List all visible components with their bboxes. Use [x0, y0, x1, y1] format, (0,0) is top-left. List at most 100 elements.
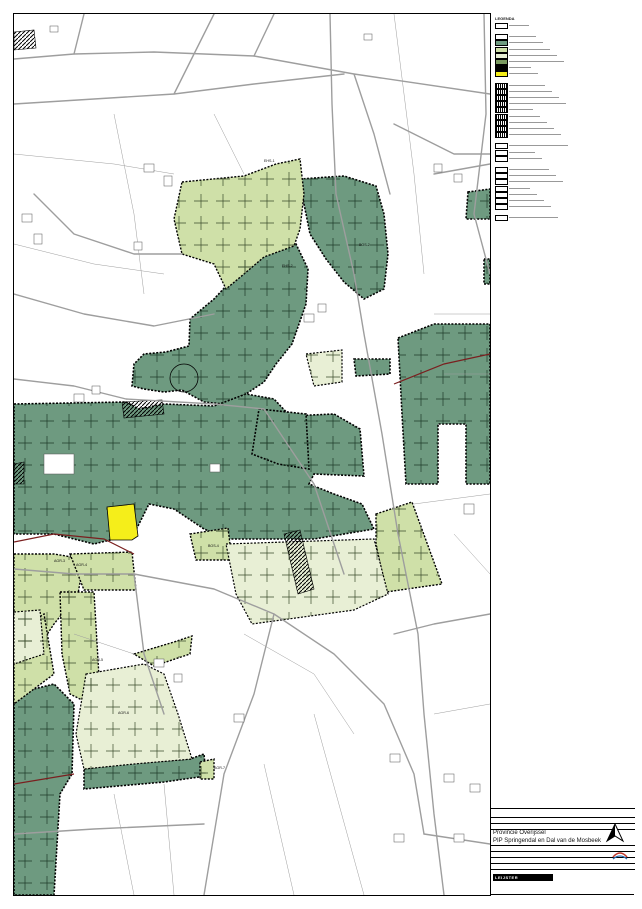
legend-label-line [509, 61, 564, 62]
legend-row [495, 88, 615, 95]
legend-swatch [495, 126, 508, 132]
legend-swatch [495, 179, 508, 186]
legend-panel: LEGENDA [490, 13, 634, 819]
legend-swatch [495, 65, 508, 72]
legend-row [495, 113, 615, 120]
legend-label-line [509, 90, 552, 92]
legend-row [495, 198, 615, 204]
legend-label-line [509, 151, 535, 153]
legend-label-line [509, 145, 568, 147]
legend-row [495, 191, 615, 198]
legend-swatch [495, 52, 508, 59]
map-svg: EHS-1 BOS-2 EHS-2 AGR-3 AGR-4 AGR-5 AGR-6 BOS-4… [14, 14, 490, 895]
legend-swatch [495, 113, 508, 120]
legend-label-line [509, 157, 542, 159]
legend-row [495, 65, 615, 72]
legend-swatch [495, 95, 508, 101]
legend-swatch [495, 191, 508, 198]
yellow-plot[interactable] [106, 503, 139, 541]
legend-swatch [495, 132, 508, 139]
zone-label: AGR-4 [76, 563, 87, 567]
zone-label: AGR-7 [214, 766, 225, 770]
legend-swatch [495, 34, 508, 41]
cross-symbols [14, 159, 490, 895]
legend-row [495, 34, 615, 41]
legend-swatch [495, 82, 508, 89]
legend-label-line [509, 84, 545, 86]
legend-row [495, 149, 615, 156]
legend-label-line [509, 97, 559, 98]
legend-row [495, 82, 615, 89]
zone-label: AGR-3 [54, 559, 65, 563]
legend-row [495, 126, 615, 132]
legend-swatch [495, 119, 508, 126]
zone-label: EHS-2 [282, 264, 293, 268]
legend-swatch [495, 198, 508, 204]
legend-row [495, 119, 615, 126]
zone-label: EHS-1 [264, 159, 275, 163]
legend-swatch [495, 46, 508, 53]
legend-row [495, 23, 615, 29]
legend-label-line [509, 134, 561, 136]
legend-row [495, 185, 615, 192]
legend-row [495, 132, 615, 139]
legend-label-line [509, 48, 550, 50]
legend-row [495, 95, 615, 101]
legend-swatch [495, 185, 508, 192]
legend-label-line [509, 181, 563, 183]
legend-label-line [509, 169, 549, 170]
legend-swatch [495, 101, 508, 108]
legend-row [495, 46, 615, 53]
client-name: Provincie Overijssel [493, 830, 546, 836]
legend-swatch [495, 143, 508, 150]
legend-label-line [509, 193, 537, 195]
legend-row [495, 101, 615, 108]
legend-label-line [509, 109, 533, 111]
legend-row [495, 215, 615, 222]
zone-label: BOS-4 [208, 544, 219, 548]
legend-label-line [509, 36, 536, 38]
legend-title: LEGENDA [495, 16, 515, 21]
legend-label-line [509, 25, 529, 26]
legend-label-line [509, 187, 530, 189]
legend-swatch [495, 155, 508, 162]
north-arrow-icon [605, 823, 625, 843]
scale-strip [490, 894, 634, 899]
legend-label-line [509, 206, 551, 208]
legend-row [495, 179, 615, 186]
legend-swatch [495, 149, 508, 156]
legend-label-line [509, 42, 543, 44]
project-name: PIP Springendal en Dal van de Mosbeek [493, 838, 601, 844]
legend-swatch [495, 215, 508, 222]
zone-label: BOS-2 [359, 243, 370, 247]
legend-label-line [509, 121, 547, 123]
province-logo-icon [612, 852, 628, 860]
legend-label-line [509, 128, 554, 129]
map-canvas[interactable]: EHS-1 BOS-2 EHS-2 AGR-3 AGR-4 AGR-5 AGR-6 BOS-4… [13, 13, 491, 896]
legend-row [495, 173, 615, 180]
zone-label: AGR-5 [92, 658, 103, 662]
legend-label-line [509, 115, 540, 117]
legend-label-line [509, 54, 557, 56]
legend-label-line [509, 217, 558, 219]
legend-label-line [509, 200, 544, 201]
company-logo: LEIJSTER [493, 874, 553, 881]
legend-swatch [495, 40, 508, 47]
legend-label-line [509, 73, 538, 75]
legend-row [495, 59, 615, 65]
legend-swatch [495, 107, 508, 114]
zone-label: AGR-6 [118, 711, 129, 715]
legend-row [495, 155, 615, 162]
legend-row [495, 52, 615, 59]
legend-swatch [495, 167, 508, 173]
legend-swatch [495, 173, 508, 180]
legend-label-line [509, 103, 566, 105]
title-block: Provincie Overijssel PIP Springendal en … [490, 808, 635, 895]
legend-row [495, 204, 615, 211]
legend-row [495, 143, 615, 150]
legend-row [495, 167, 615, 173]
legend-swatch [495, 88, 508, 95]
legend-swatch [495, 59, 508, 65]
legend-label-line [509, 67, 531, 69]
legend-swatch [495, 204, 508, 211]
